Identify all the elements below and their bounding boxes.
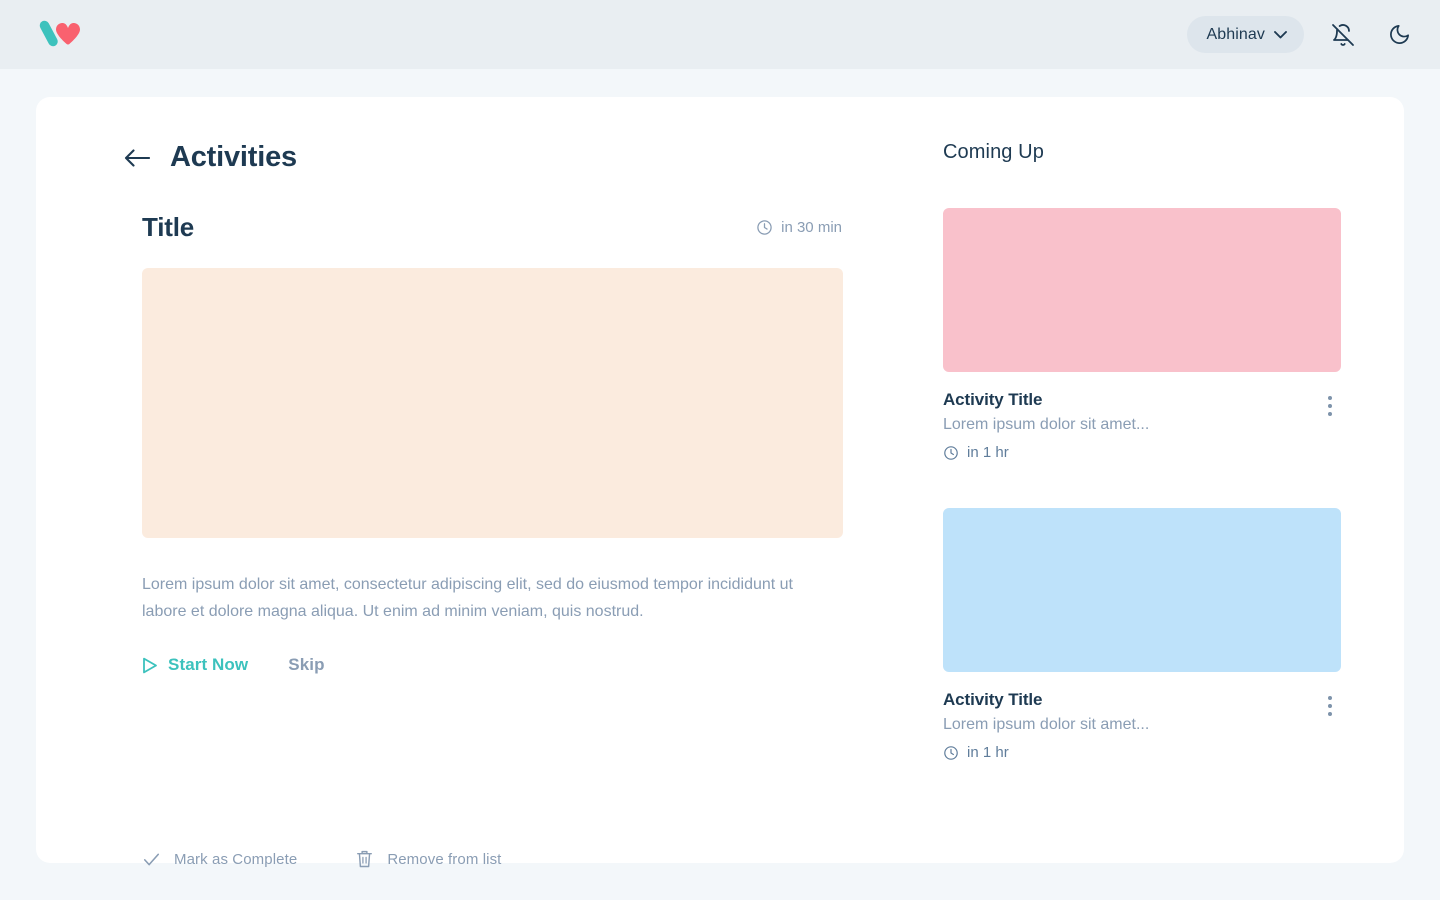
top-bar-actions: Abhinav (1187, 16, 1416, 53)
brand-logo-wrap[interactable] (36, 18, 82, 52)
mark-as-complete-label: Mark as Complete (174, 850, 298, 868)
list-item[interactable]: Activity Title Lorem ipsum dolor sit ame… (943, 208, 1341, 461)
upcoming-activity-title: Activity Title (943, 390, 1043, 409)
upcoming-card-body: Activity Title Lorem ipsum dolor sit ame… (943, 690, 1341, 761)
activity-time-label: in 30 min (781, 219, 842, 236)
activity-detail: Title in 30 min Lorem ipsum dolor sit am… (36, 212, 877, 675)
upcoming-activity-time: in 1 hr (943, 744, 1319, 761)
upcoming-card-text: Activity Title Lorem ipsum dolor sit ame… (943, 390, 1319, 461)
activity-time: in 30 min (756, 219, 842, 236)
arrow-left-icon (124, 148, 150, 167)
clock-icon (757, 220, 772, 235)
start-now-button[interactable]: Start Now (142, 655, 248, 675)
list-item[interactable]: Activity Title Lorem ipsum dolor sit ame… (943, 508, 1341, 761)
remove-from-list-button[interactable]: Remove from list (355, 849, 501, 869)
top-bar: Abhinav (0, 0, 1440, 69)
page-header: Activities (36, 141, 877, 174)
main-content-card: Activities Title in 30 min Lorem ipsum d… (36, 97, 1407, 868)
upcoming-activities-list: Activity Title Lorem ipsum dolor sit ame… (943, 208, 1341, 761)
bell-off-icon (1332, 23, 1354, 46)
activity-thumbnail (943, 508, 1341, 672)
upcoming-activity-subtitle: Lorem ipsum dolor sit amet... (943, 416, 1150, 433)
remove-from-list-label: Remove from list (387, 850, 502, 868)
upcoming-activity-subtitle: Lorem ipsum dolor sit amet... (943, 716, 1150, 733)
check-icon (143, 853, 160, 865)
activity-title: Title (142, 212, 194, 242)
upcoming-activity-title: Activity Title (943, 690, 1043, 709)
notifications-off-button[interactable] (1326, 18, 1360, 52)
coming-up-pane: Coming Up Activity Title Lorem ipsum dol… (877, 97, 1407, 863)
upcoming-card-text: Activity Title Lorem ipsum dolor sit ame… (943, 690, 1319, 761)
dark-mode-toggle[interactable] (1382, 18, 1416, 52)
user-name-label: Abhinav (1206, 25, 1265, 43)
page-title: Activities (170, 141, 297, 173)
coming-up-heading: Coming Up (943, 141, 1044, 163)
skip-label: Skip (288, 655, 325, 674)
activity-thumbnail (943, 208, 1341, 372)
activity-description: Lorem ipsum dolor sit amet, consectetur … (142, 576, 793, 620)
chevron-down-icon (1274, 30, 1287, 38)
kebab-menu-icon[interactable] (1319, 392, 1341, 420)
moon-icon (1389, 25, 1409, 44)
activity-detail-pane: Activities Title in 30 min Lorem ipsum d… (36, 97, 877, 868)
kebab-menu-icon[interactable] (1319, 692, 1341, 720)
activity-hero-image (142, 268, 843, 538)
upcoming-activity-time-label: in 1 hr (967, 444, 1009, 461)
trash-icon (357, 850, 373, 868)
upcoming-card-body: Activity Title Lorem ipsum dolor sit ame… (943, 390, 1341, 461)
activity-secondary-actions: Mark as Complete Remove from list (142, 849, 501, 869)
upcoming-activity-time-label: in 1 hr (967, 744, 1009, 761)
wellness-logo (39, 20, 80, 46)
skip-button[interactable]: Skip (288, 655, 324, 675)
mark-as-complete-button[interactable]: Mark as Complete (142, 850, 297, 869)
clock-icon (944, 745, 958, 760)
activity-detail-header: Title in 30 min (142, 212, 842, 243)
clock-icon (944, 445, 958, 460)
play-icon (143, 657, 157, 673)
upcoming-activity-time: in 1 hr (943, 444, 1319, 461)
user-menu-button[interactable]: Abhinav (1187, 16, 1304, 53)
back-button[interactable] (123, 144, 151, 172)
start-now-label: Start Now (168, 655, 249, 674)
activity-primary-actions: Start Now Skip (142, 655, 842, 675)
